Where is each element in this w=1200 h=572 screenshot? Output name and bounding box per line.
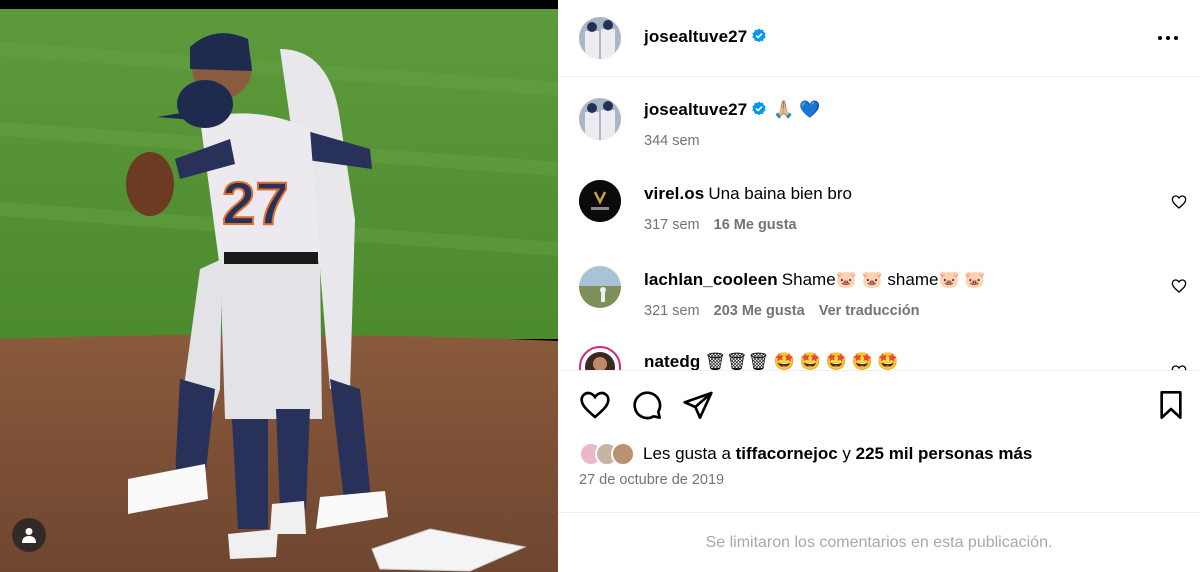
- caption-avatar-image: [579, 98, 621, 140]
- likes-prefix: Les gusta a: [643, 444, 731, 463]
- caption-meta: 344 sem: [644, 133, 700, 149]
- caption-username[interactable]: josealtuve27: [644, 100, 747, 119]
- author-avatar-image: [579, 17, 621, 59]
- likes-connector: y: [842, 444, 851, 463]
- see-translation-link[interactable]: Ver traducción: [819, 303, 920, 319]
- comment-likes[interactable]: 16 Me gusta: [714, 217, 797, 233]
- svg-text:27: 27: [222, 170, 289, 237]
- comments-limited-notice: Se limitaron los comentarios en esta pub…: [558, 512, 1200, 572]
- heart-icon[interactable]: [1171, 194, 1187, 210]
- author-username[interactable]: josealtuve27: [644, 27, 767, 47]
- comment-line: lachlan_cooleen Shame🐷 🐷 shame🐷 🐷: [644, 270, 986, 290]
- comment-avatar[interactable]: [579, 346, 621, 370]
- likes-others[interactable]: 225 mil personas más: [856, 444, 1033, 463]
- post-details-panel: josealtuve27 josealtuve27 🙏🏼 💙 344 sem v…: [558, 0, 1200, 572]
- author-username-text[interactable]: josealtuve27: [644, 27, 747, 46]
- landscape-avatar-image: [579, 266, 621, 308]
- likes-text: Les gusta a tiffacornejoc y 225 mil pers…: [643, 444, 1032, 464]
- comment-time[interactable]: 321 sem: [644, 303, 700, 319]
- comment-line: virel.os Una baina bien bro: [644, 184, 852, 204]
- share-icon[interactable]: [682, 389, 714, 421]
- comments-list[interactable]: josealtuve27 🙏🏼 💙 344 sem virel.os Una bai…: [558, 78, 1200, 370]
- tagged-users-button[interactable]: [12, 518, 46, 552]
- comment-username[interactable]: virel.os: [644, 184, 704, 203]
- story-ring-avatar-image: [585, 352, 615, 370]
- tagged-user-icon: [22, 528, 36, 543]
- comment-meta: 321 sem 203 Me gusta Ver traducción: [644, 303, 919, 319]
- post-date[interactable]: 27 de octubre de 2019: [579, 472, 724, 488]
- caption-time[interactable]: 344 sem: [644, 133, 700, 149]
- caption-line: josealtuve27 🙏🏼 💙: [644, 100, 820, 120]
- instagram-post: 27 josealtuve27 josealtuve27 🙏🏼 💙 344 se…: [0, 0, 1200, 572]
- comment-likes[interactable]: 203 Me gusta: [714, 303, 805, 319]
- comment-avatar[interactable]: [579, 266, 621, 308]
- caption-avatar[interactable]: [579, 98, 621, 140]
- virel-logo-icon: [579, 180, 621, 222]
- comment-username[interactable]: natedg: [644, 352, 700, 370]
- post-header: josealtuve27: [558, 0, 1200, 77]
- comment-line: natedg 🗑🗑🗑 🤩 🤩 🤩 🤩 🤩: [644, 352, 899, 370]
- likes-summary[interactable]: Les gusta a tiffacornejoc y 225 mil pers…: [579, 441, 1032, 467]
- author-avatar[interactable]: [579, 17, 621, 59]
- post-image[interactable]: 27: [0, 0, 558, 572]
- comment-meta: 317 sem 16 Me gusta: [644, 217, 797, 233]
- liker-username[interactable]: tiffacornejoc: [736, 444, 838, 463]
- verified-icon: [752, 101, 766, 116]
- comment-text: Shame🐷 🐷 shame🐷 🐷: [781, 270, 986, 289]
- comment-text: Una baina bien bro: [708, 184, 853, 203]
- caption-text: 🙏🏼 💙: [773, 100, 821, 119]
- verified-icon: [752, 28, 766, 43]
- comment-username[interactable]: lachlan_cooleen: [644, 270, 778, 289]
- bookmark-icon[interactable]: [1155, 389, 1187, 421]
- like-heart-icon[interactable]: [579, 389, 611, 421]
- more-options-icon[interactable]: [1156, 28, 1180, 48]
- comment-icon[interactable]: [631, 389, 663, 421]
- comment-avatar[interactable]: [579, 180, 621, 222]
- liker-avatar: [611, 442, 635, 466]
- comment-text: 🗑🗑🗑 🤩 🤩 🤩 🤩 🤩: [704, 352, 899, 370]
- comment-time[interactable]: 317 sem: [644, 217, 700, 233]
- baseball-players-hug-photo: 27: [0, 9, 558, 572]
- post-actions: Les gusta a tiffacornejoc y 225 mil pers…: [558, 370, 1200, 512]
- heart-icon[interactable]: [1171, 278, 1187, 294]
